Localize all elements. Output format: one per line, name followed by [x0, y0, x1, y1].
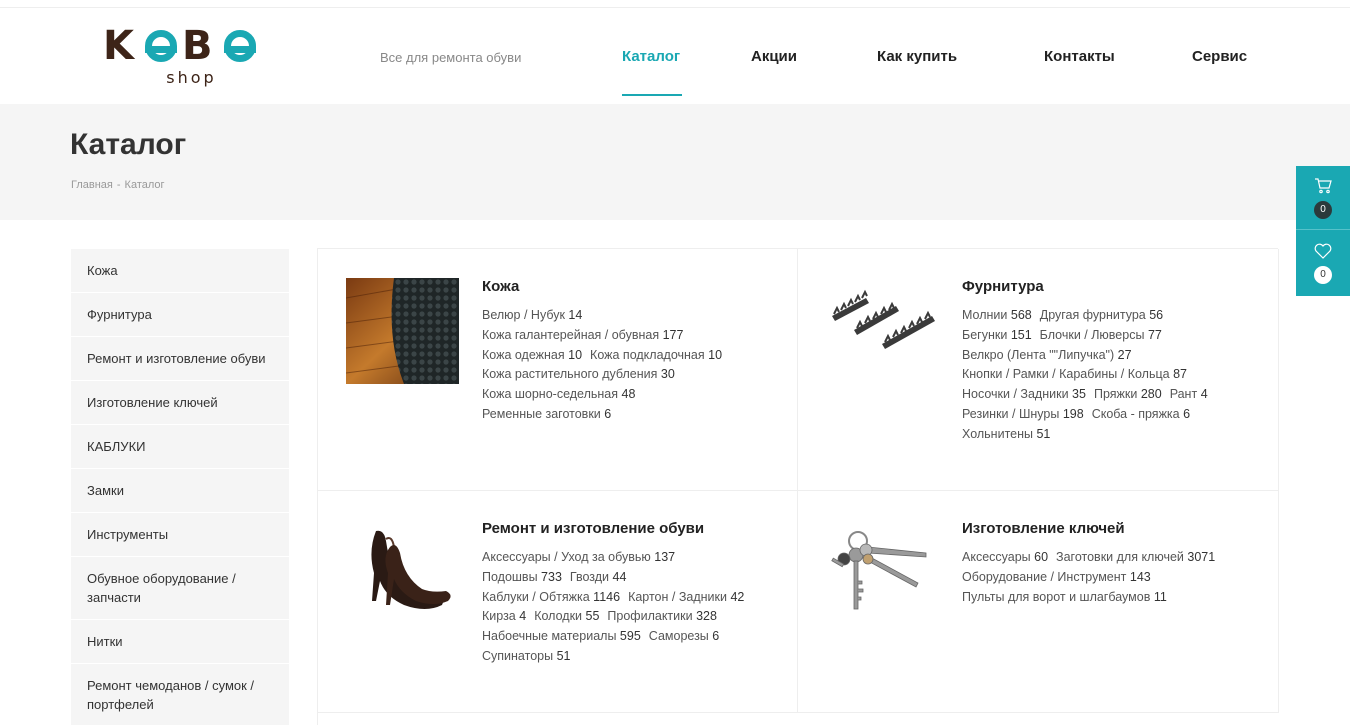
card-links: Аксессуары 60 Заготовки для ключей 3071 О…: [962, 548, 1262, 607]
sidebar-item-threads[interactable]: Нитки: [71, 620, 289, 664]
sidebar-item-tools[interactable]: Инструменты: [71, 513, 289, 557]
breadcrumb-separator: -: [116, 179, 121, 191]
logo[interactable]: KB shop: [103, 26, 268, 88]
cart-button[interactable]: 0: [1296, 166, 1350, 230]
subcategory-link[interactable]: Носочки / Задники 35: [962, 385, 1086, 405]
subcategory-link[interactable]: Кожа галантерейная / обувная 177: [482, 326, 683, 346]
subcategory-link[interactable]: Скоба - пряжка 6: [1092, 405, 1190, 425]
subcategory-link[interactable]: Аксессуары / Уход за обувью 137: [482, 548, 675, 568]
nav-how-to-buy[interactable]: Как купить: [877, 48, 957, 65]
subcategory-link[interactable]: Оборудование / Инструмент 143: [962, 568, 1151, 588]
subcategory-link[interactable]: Супинаторы 51: [482, 647, 570, 667]
catalog-card-shoe-repair: Ремонт и изготовление обуви Аксессуары /…: [318, 491, 798, 713]
top-line: [0, 0, 1350, 8]
sidebar-item-equipment[interactable]: Обувное оборудование / запчасти: [71, 557, 289, 620]
sidebar-item-leather[interactable]: Кожа: [71, 249, 289, 293]
subcategory-link[interactable]: Другая фурнитура 56: [1040, 306, 1163, 326]
subcategory-link[interactable]: Профилактики 328: [607, 607, 717, 627]
breadcrumb-home[interactable]: Главная: [71, 179, 113, 191]
subcategory-link[interactable]: Заготовки для ключей 3071: [1056, 548, 1215, 568]
sidebar-item-shoe-repair[interactable]: Ремонт и изготовление обуви: [71, 337, 289, 381]
catalog-card-leather: Кожа Велюр / Нубук 14 Кожа галантерейная…: [318, 249, 798, 491]
zipper-image[interactable]: [826, 278, 939, 384]
card-links: Велюр / Нубук 14 Кожа галантерейная / об…: [482, 306, 782, 425]
catalog-sidebar: Кожа Фурнитура Ремонт и изготовление обу…: [71, 249, 289, 725]
subcategory-link[interactable]: Подошвы 733: [482, 568, 562, 588]
page-title-band: Каталог Главная - Каталог: [0, 104, 1350, 220]
subcategory-link[interactable]: Кожа одежная 10: [482, 346, 582, 366]
subcategory-link[interactable]: Колодки 55: [534, 607, 599, 627]
card-title[interactable]: Изготовление ключей: [962, 520, 1125, 537]
page-title: Каталог: [70, 128, 187, 161]
cart-count: 0: [1314, 201, 1332, 219]
subcategory-link[interactable]: Кнопки / Рамки / Карабины / Кольца 87: [962, 365, 1187, 385]
sidebar-item-hardware[interactable]: Фурнитура: [71, 293, 289, 337]
catalog-card-hardware: Фурнитура Молнии 568 Другая фурнитура 56 …: [798, 249, 1279, 491]
subcategory-link[interactable]: Аксессуары 60: [962, 548, 1048, 568]
tagline: Все для ремонта обуви: [380, 50, 522, 65]
subcategory-link[interactable]: Пульты для ворот и шлагбаумов 11: [962, 588, 1167, 608]
subcategory-link[interactable]: Кожа подкладочная 10: [590, 346, 722, 366]
subcategory-link[interactable]: Молнии 568: [962, 306, 1032, 326]
subcategory-link[interactable]: Каблуки / Обтяжка 1146: [482, 588, 620, 608]
subcategory-link[interactable]: Велюр / Нубук 14: [482, 306, 582, 326]
nav-catalog[interactable]: Каталог: [622, 48, 680, 65]
nav-active-underline: [622, 94, 682, 96]
catalog-grid: Кожа Велюр / Нубук 14 Кожа галантерейная…: [317, 248, 1279, 725]
nav-contacts[interactable]: Контакты: [1044, 48, 1115, 65]
breadcrumb: Главная - Каталог: [71, 179, 169, 191]
subcategory-link[interactable]: Пряжки 280: [1094, 385, 1162, 405]
keys-image[interactable]: [826, 521, 939, 627]
sidebar-item-locks[interactable]: Замки: [71, 469, 289, 513]
nav-promotions[interactable]: Акции: [751, 48, 797, 65]
sidebar-item-key-making[interactable]: Изготовление ключей: [71, 381, 289, 425]
sidebar-item-heels[interactable]: КАБЛУКИ: [71, 425, 289, 469]
subcategory-link[interactable]: Резинки / Шнуры 198: [962, 405, 1084, 425]
leather-image[interactable]: [346, 278, 459, 384]
subcategory-link[interactable]: Блочки / Люверсы 77: [1040, 326, 1162, 346]
subcategory-link[interactable]: Набоечные материалы 595: [482, 627, 641, 647]
card-title[interactable]: Ремонт и изготовление обуви: [482, 520, 704, 537]
logo-subtitle: shop: [166, 68, 217, 87]
subcategory-link[interactable]: Саморезы 6: [649, 627, 719, 647]
floating-panel: 0 0: [1296, 166, 1350, 296]
favorites-count: 0: [1314, 266, 1332, 284]
subcategory-link[interactable]: Хольнитены 51: [962, 425, 1050, 445]
subcategory-link[interactable]: Рант 4: [1170, 385, 1208, 405]
logo-wordmark: KB: [103, 26, 268, 66]
subcategory-link[interactable]: Кожа шорно-седельная 48: [482, 385, 635, 405]
card-title[interactable]: Кожа: [482, 278, 519, 295]
subcategory-link[interactable]: Гвозди 44: [570, 568, 627, 588]
favorites-button[interactable]: 0: [1296, 231, 1350, 295]
shoe-image[interactable]: [346, 521, 459, 627]
subcategory-link[interactable]: Кирза 4: [482, 607, 526, 627]
subcategory-link[interactable]: Картон / Задники 42: [628, 588, 744, 608]
heart-icon: [1314, 243, 1332, 259]
subcategory-link[interactable]: Ременные заготовки 6: [482, 405, 611, 425]
subcategory-link[interactable]: Велкро (Лента ""Липучка") 27: [962, 346, 1132, 366]
sidebar-item-bag-repair[interactable]: Ремонт чемоданов / сумок / портфелей: [71, 664, 289, 725]
card-links: Аксессуары / Уход за обувью 137 Подошвы …: [482, 548, 782, 667]
cart-icon: [1315, 178, 1332, 194]
card-title[interactable]: Фурнитура: [962, 278, 1044, 295]
subcategory-link[interactable]: Бегунки 151: [962, 326, 1032, 346]
nav-service[interactable]: Сервис: [1192, 48, 1247, 65]
subcategory-link[interactable]: Кожа растительного дубления 30: [482, 365, 675, 385]
site-header: KB shop Все для ремонта обуви Каталог Ак…: [0, 8, 1350, 104]
card-links: Молнии 568 Другая фурнитура 56 Бегунки 15…: [962, 306, 1262, 445]
breadcrumb-current: Каталог: [124, 179, 165, 191]
catalog-card-key-making: Изготовление ключей Аксессуары 60 Заготов…: [798, 491, 1279, 713]
